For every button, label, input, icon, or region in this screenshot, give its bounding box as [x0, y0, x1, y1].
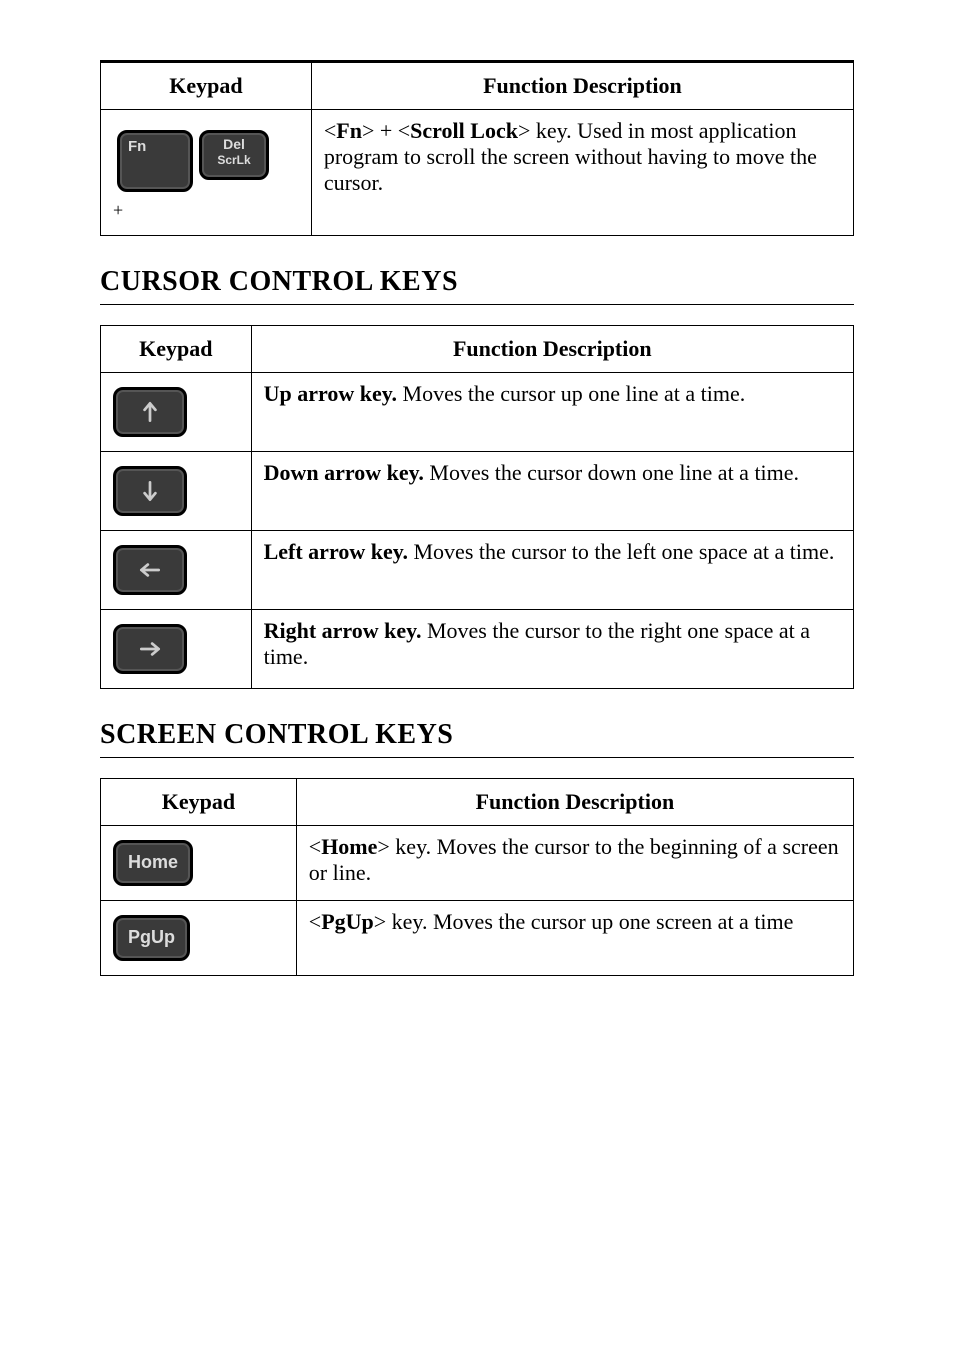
right-arrow-desc: Right arrow key. Moves the cursor to the…: [251, 610, 853, 689]
del-scrlk-key-icon: Del ScrLk: [199, 130, 269, 180]
right-arrow-key-icon: [113, 624, 187, 674]
screen-heading: SCREEN CONTROL KEYS: [100, 719, 854, 751]
fn-scroll-lock-table: Keypad Function Description Fn Del ScrLk: [100, 60, 854, 236]
home-key-icon: Home: [113, 840, 193, 886]
table-row: Up arrow key. Moves the cursor up one li…: [101, 373, 854, 452]
col-desc: Function Description: [296, 779, 853, 826]
cursor-heading: CURSOR CONTROL KEYS: [100, 266, 854, 298]
table-row: PgUp <PgUp> key. Moves the cursor up one…: [101, 900, 854, 975]
screen-keys-table: Keypad Function Description Home <Home> …: [100, 778, 854, 976]
table-row: Home <Home> key. Moves the cursor to the…: [101, 826, 854, 901]
col-keypad: Keypad: [101, 62, 312, 110]
col-keypad: Keypad: [101, 326, 252, 373]
divider: [100, 304, 854, 305]
pgup-key-icon: PgUp: [113, 915, 190, 961]
table-row: Fn Del ScrLk + <Fn> + <Scroll Lock> key.…: [101, 110, 854, 236]
fn-key-icon: Fn: [117, 130, 193, 192]
up-arrow-desc: Up arrow key. Moves the cursor up one li…: [251, 373, 853, 452]
table-row: Left arrow key. Moves the cursor to the …: [101, 531, 854, 610]
left-arrow-desc: Left arrow key. Moves the cursor to the …: [251, 531, 853, 610]
pgup-desc: <PgUp> key. Moves the cursor up one scre…: [296, 900, 853, 975]
down-arrow-desc: Down arrow key. Moves the cursor down on…: [251, 452, 853, 531]
table-row: Right arrow key. Moves the cursor to the…: [101, 610, 854, 689]
table-row: Down arrow key. Moves the cursor down on…: [101, 452, 854, 531]
col-desc: Function Description: [311, 62, 853, 110]
col-desc: Function Description: [251, 326, 853, 373]
down-arrow-key-icon: [113, 466, 187, 516]
divider: [100, 757, 854, 758]
cursor-keys-table: Keypad Function Description Up arrow key…: [100, 325, 854, 689]
col-keypad: Keypad: [101, 779, 297, 826]
fn-scrlk-desc: <Fn> + <Scroll Lock> key. Used in most a…: [311, 110, 853, 236]
plus-symbol: +: [113, 200, 303, 221]
up-arrow-key-icon: [113, 387, 187, 437]
home-desc: <Home> key. Moves the cursor to the begi…: [296, 826, 853, 901]
left-arrow-key-icon: [113, 545, 187, 595]
